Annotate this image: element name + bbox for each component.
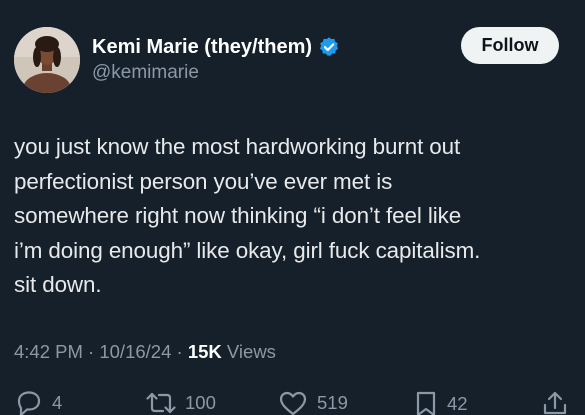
tweet-text-line: perfectionist person you’ve ever met is: [14, 168, 393, 194]
tweet-meta: 4:42 PM · 10/16/24 · 15K Views: [14, 341, 276, 363]
like-count: 519: [317, 392, 348, 413]
action-bar: 4 100 519 42: [0, 390, 585, 415]
retweet-icon: [146, 392, 176, 414]
bookmark-button[interactable]: 42: [414, 390, 468, 415]
bookmark-count: 42: [447, 393, 468, 414]
avatar-photo: [14, 27, 80, 93]
retweet-button[interactable]: 100: [146, 390, 216, 415]
author-display-name[interactable]: Kemi Marie (they/them): [92, 36, 312, 59]
share-icon: [543, 391, 567, 415]
views-label: Views: [226, 341, 276, 362]
share-button[interactable]: [542, 390, 568, 415]
meta-separator: ·: [171, 341, 188, 362]
tweet-text-line: you just know the most hardworking burnt…: [14, 134, 461, 159]
like-button[interactable]: 519: [278, 390, 348, 415]
tweet-text-line: somewhere right now thinking “i don’t fe…: [14, 203, 462, 229]
heart-icon: [279, 391, 307, 415]
tweet-text-line: i’m doing enough” like okay, girl fuck c…: [14, 237, 481, 263]
tweet-text: you just know the most hardworking burnt…: [14, 130, 574, 303]
retweet-count: 100: [185, 392, 216, 413]
follow-button[interactable]: Follow: [461, 27, 559, 64]
avatar[interactable]: [14, 27, 80, 93]
tweet-date[interactable]: 10/16/24: [99, 341, 171, 362]
bookmark-icon: [416, 391, 436, 415]
verified-badge-icon[interactable]: [318, 36, 340, 58]
author-name-row: Kemi Marie (they/them): [92, 33, 340, 61]
tweet-text-line: sit down.: [14, 272, 102, 298]
reply-icon: [17, 391, 41, 415]
reply-button[interactable]: 4: [15, 390, 62, 415]
tweet-card: Kemi Marie (they/them) @kemimarie Follow…: [0, 0, 585, 415]
meta-separator: ·: [82, 341, 100, 362]
views-count: 15K: [187, 341, 222, 362]
tweet-time[interactable]: 4:42 PM: [14, 341, 83, 362]
reply-count: 4: [52, 392, 63, 413]
author-handle[interactable]: @kemimarie: [92, 62, 199, 84]
